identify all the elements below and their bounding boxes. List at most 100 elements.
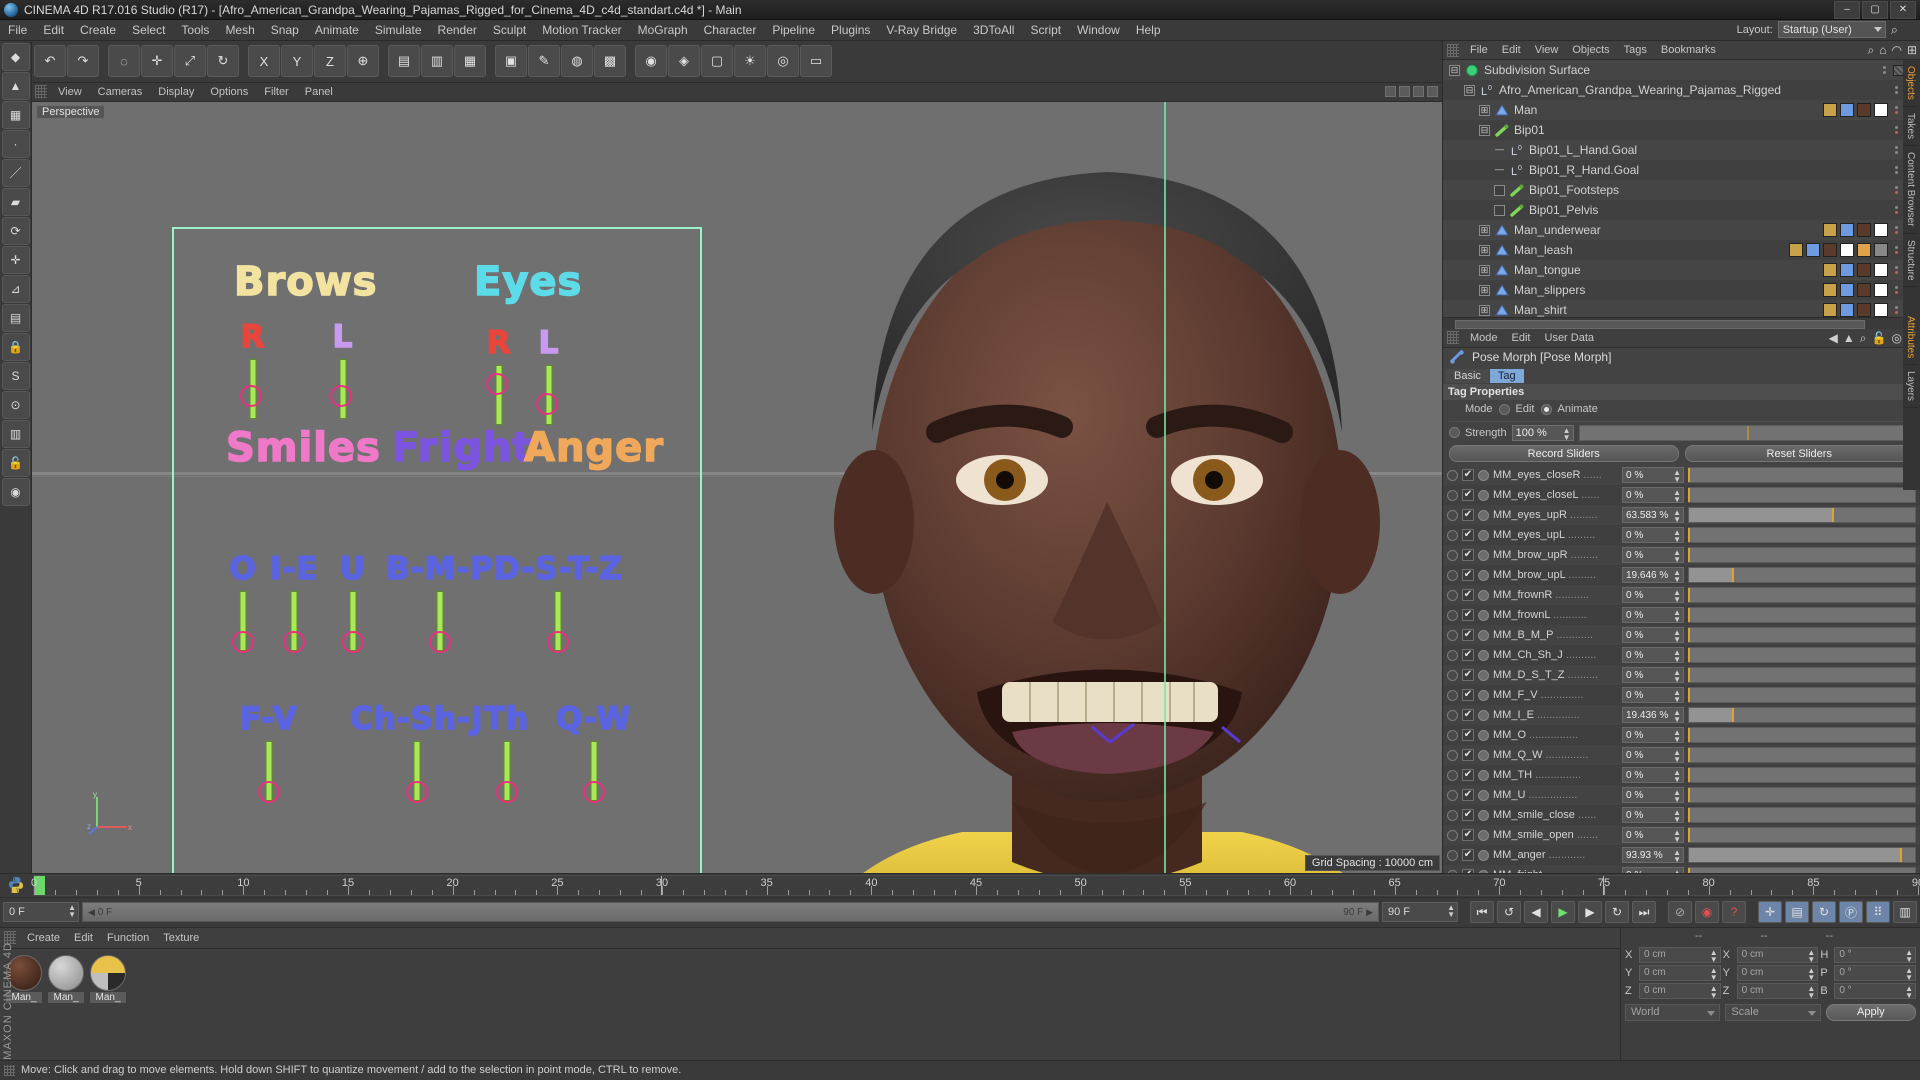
spinner-icon[interactable]: ▲▼ [1673,789,1681,804]
objmenu-objects[interactable]: Objects [1565,43,1616,57]
spinner-icon[interactable]: ▲▼ [1673,469,1681,484]
face-control-d-s-t-z-13[interactable]: D-S-T-Z [493,550,623,655]
preview-range-bar[interactable]: ◀ 0 F 90 F ▶ [82,902,1379,923]
morph-slider-value-field[interactable]: 19.436 % ▲ ▼ [1622,707,1684,724]
menu-item-edit[interactable]: Edit [35,21,72,39]
face-control-r-4[interactable]: R [482,324,516,429]
morph-slider-value-field[interactable]: 0 % ▲▼ [1622,827,1684,844]
objmenu-view[interactable]: View [1528,43,1566,57]
attrmenu-edit[interactable]: Edit [1505,331,1538,345]
rewind-frame-button[interactable]: ↺ [1497,901,1521,924]
panel-grip-icon[interactable] [1447,331,1459,345]
key-object-axis-button[interactable]: ▥ [1893,901,1917,924]
go-to-end-button[interactable]: ⏭ [1632,901,1656,924]
face-control-u-11[interactable]: U [336,550,370,655]
expand-collapse-icon[interactable]: ⊞ [1479,224,1490,236]
subdivision-surface-button[interactable]: ◉ [635,45,667,78]
play-backward-button[interactable]: ◀ [1524,901,1548,924]
expand-collapse-icon[interactable]: — [1494,164,1505,176]
minimize-button[interactable]: – [1834,0,1860,19]
panel-grip-icon[interactable] [35,85,47,99]
cube-primitive-button[interactable]: ▣ [495,45,527,78]
slider-knob[interactable] [536,392,558,415]
material-tag-icon[interactable] [1840,303,1854,317]
morph-select-radio[interactable] [1478,709,1489,721]
morph-slider-value-field[interactable]: 0 % ▲▼ [1622,627,1684,644]
side-tab-takes[interactable]: Takes [1903,107,1918,147]
coordinate-mode-dropdown[interactable]: Scale [1725,1003,1821,1021]
morph-slider-row[interactable]: ✔ MM_frownR ........... 0 % ▲ ▼ [1443,585,1920,606]
slider-knob[interactable] [342,630,364,653]
objmenu-tags[interactable]: Tags [1617,43,1654,57]
attrmenu-userdata[interactable]: User Data [1538,331,1602,345]
object-row[interactable]: ⊟ Bip01 [1443,120,1920,141]
morph-slider-row[interactable]: ✔ MM_eyes_upL ......... 0 % ▲ ▼ [1443,525,1920,546]
material-tag-icon[interactable] [1823,243,1837,258]
keyframe-toggle-icon[interactable] [1447,629,1458,641]
coord-position-field[interactable]: 0 cm ▲ ▼ [1639,946,1721,963]
visibility-dots[interactable] [1895,106,1898,115]
material-tag-icon[interactable] [1840,263,1854,278]
keyframe-toggle-icon[interactable] [1447,509,1458,521]
menu-item-help[interactable]: Help [1128,21,1169,39]
rotate-tool[interactable]: ↻ [207,45,239,78]
morph-select-radio[interactable] [1478,629,1489,641]
object-tree[interactable]: ⊟Subdivision Surface✓⊟L0Afro_American_Gr… [1443,60,1920,317]
slider-knob[interactable] [582,780,605,803]
morph-slider-row[interactable]: ✔ MM_eyes_upR ......... 63.583 % ▲ ▼ [1443,505,1920,526]
maximize-button[interactable]: ▢ [1862,0,1888,19]
keyframe-toggle-icon[interactable] [1447,849,1458,861]
face-control-fright-7[interactable]: Fright [391,424,532,472]
face-control-slider[interactable] [577,740,611,805]
morph-slider-bar[interactable] [1688,707,1916,724]
side-tab-objects[interactable]: Objects [1903,60,1918,108]
morph-slider-row[interactable]: ✔ MM_smile_open ....... 0 % ▲ ▼ [1443,825,1920,846]
spline-pen-button[interactable]: ✎ [528,45,560,78]
viewmenu-display[interactable]: Display [150,85,202,99]
material-tag-icon[interactable] [1823,283,1837,298]
face-control-smiles-6[interactable]: Smiles [225,424,381,472]
spinner-icon[interactable]: ▲▼ [1710,966,1718,981]
face-control-o-9[interactable]: O [226,550,260,655]
coord-rotation-field[interactable]: 0 ° ▲ ▼ [1834,964,1916,981]
texture-mode-button[interactable]: ▦ [1,100,30,129]
spinner-icon[interactable]: ▲▼ [1563,426,1571,441]
face-control-slider[interactable] [336,590,370,655]
redo-button[interactable]: ↷ [67,45,99,78]
object-row[interactable]: Bip01_Pelvis [1443,200,1920,221]
face-control-slider[interactable] [236,358,270,423]
morph-slider-value-field[interactable]: 0 % ▲▼ [1622,527,1684,544]
morph-slider-bar[interactable] [1688,867,1916,873]
visibility-dots[interactable] [1895,266,1898,275]
menu-item-v-ray-bridge[interactable]: V-Ray Bridge [878,21,965,39]
edge-mode-button[interactable]: ／ [1,158,30,187]
morph-slider-row[interactable]: ✔ MM_eyes_closeR ...... 0 % ▲ ▼ [1443,465,1920,486]
keyframe-toggle-icon[interactable] [1447,789,1458,801]
morph-slider-row[interactable]: ✔ MM_eyes_closeL ...... 0 % ▲ ▼ [1443,485,1920,506]
slider-enable-checkbox[interactable]: ✔ [1462,649,1474,662]
slider-enable-checkbox[interactable]: ✔ [1462,849,1474,862]
morph-select-radio[interactable] [1478,569,1489,581]
expand-collapse-icon[interactable]: ⊞ [1479,284,1490,296]
face-control-q-w-17[interactable]: Q-W [555,700,632,805]
material-tag-icon[interactable] [1857,103,1871,118]
morph-select-radio[interactable] [1478,469,1489,481]
morph-slider-value-field[interactable]: 0 % ▲▼ [1622,767,1684,784]
lock-icon[interactable]: 🔓 [1872,331,1887,345]
slider-knob[interactable] [330,384,352,407]
objmenu-bookmarks[interactable]: Bookmarks [1654,43,1723,57]
morph-slider-bar[interactable] [1688,507,1916,524]
morph-select-radio[interactable] [1478,509,1489,521]
slider-knob[interactable] [240,384,262,407]
visibility-dots[interactable] [1895,226,1898,235]
morph-slider-row[interactable]: ✔ MM_F_V .............. 0 % ▲ ▼ [1443,685,1920,706]
morph-slider-bar[interactable] [1688,827,1916,844]
morph-slider-value-field[interactable]: 0 % ▲▼ [1622,807,1684,824]
face-control-slider[interactable] [400,740,434,805]
coord-size-field[interactable]: 0 cm ▲ ▼ [1736,964,1819,981]
slider-enable-checkbox[interactable]: ✔ [1462,569,1474,582]
tab-tag[interactable]: Tag [1489,368,1524,383]
morph-slider-bar[interactable] [1688,727,1916,744]
morph-slider-bar[interactable] [1688,487,1916,504]
spinner-icon[interactable]: ▲▼ [1807,948,1815,963]
